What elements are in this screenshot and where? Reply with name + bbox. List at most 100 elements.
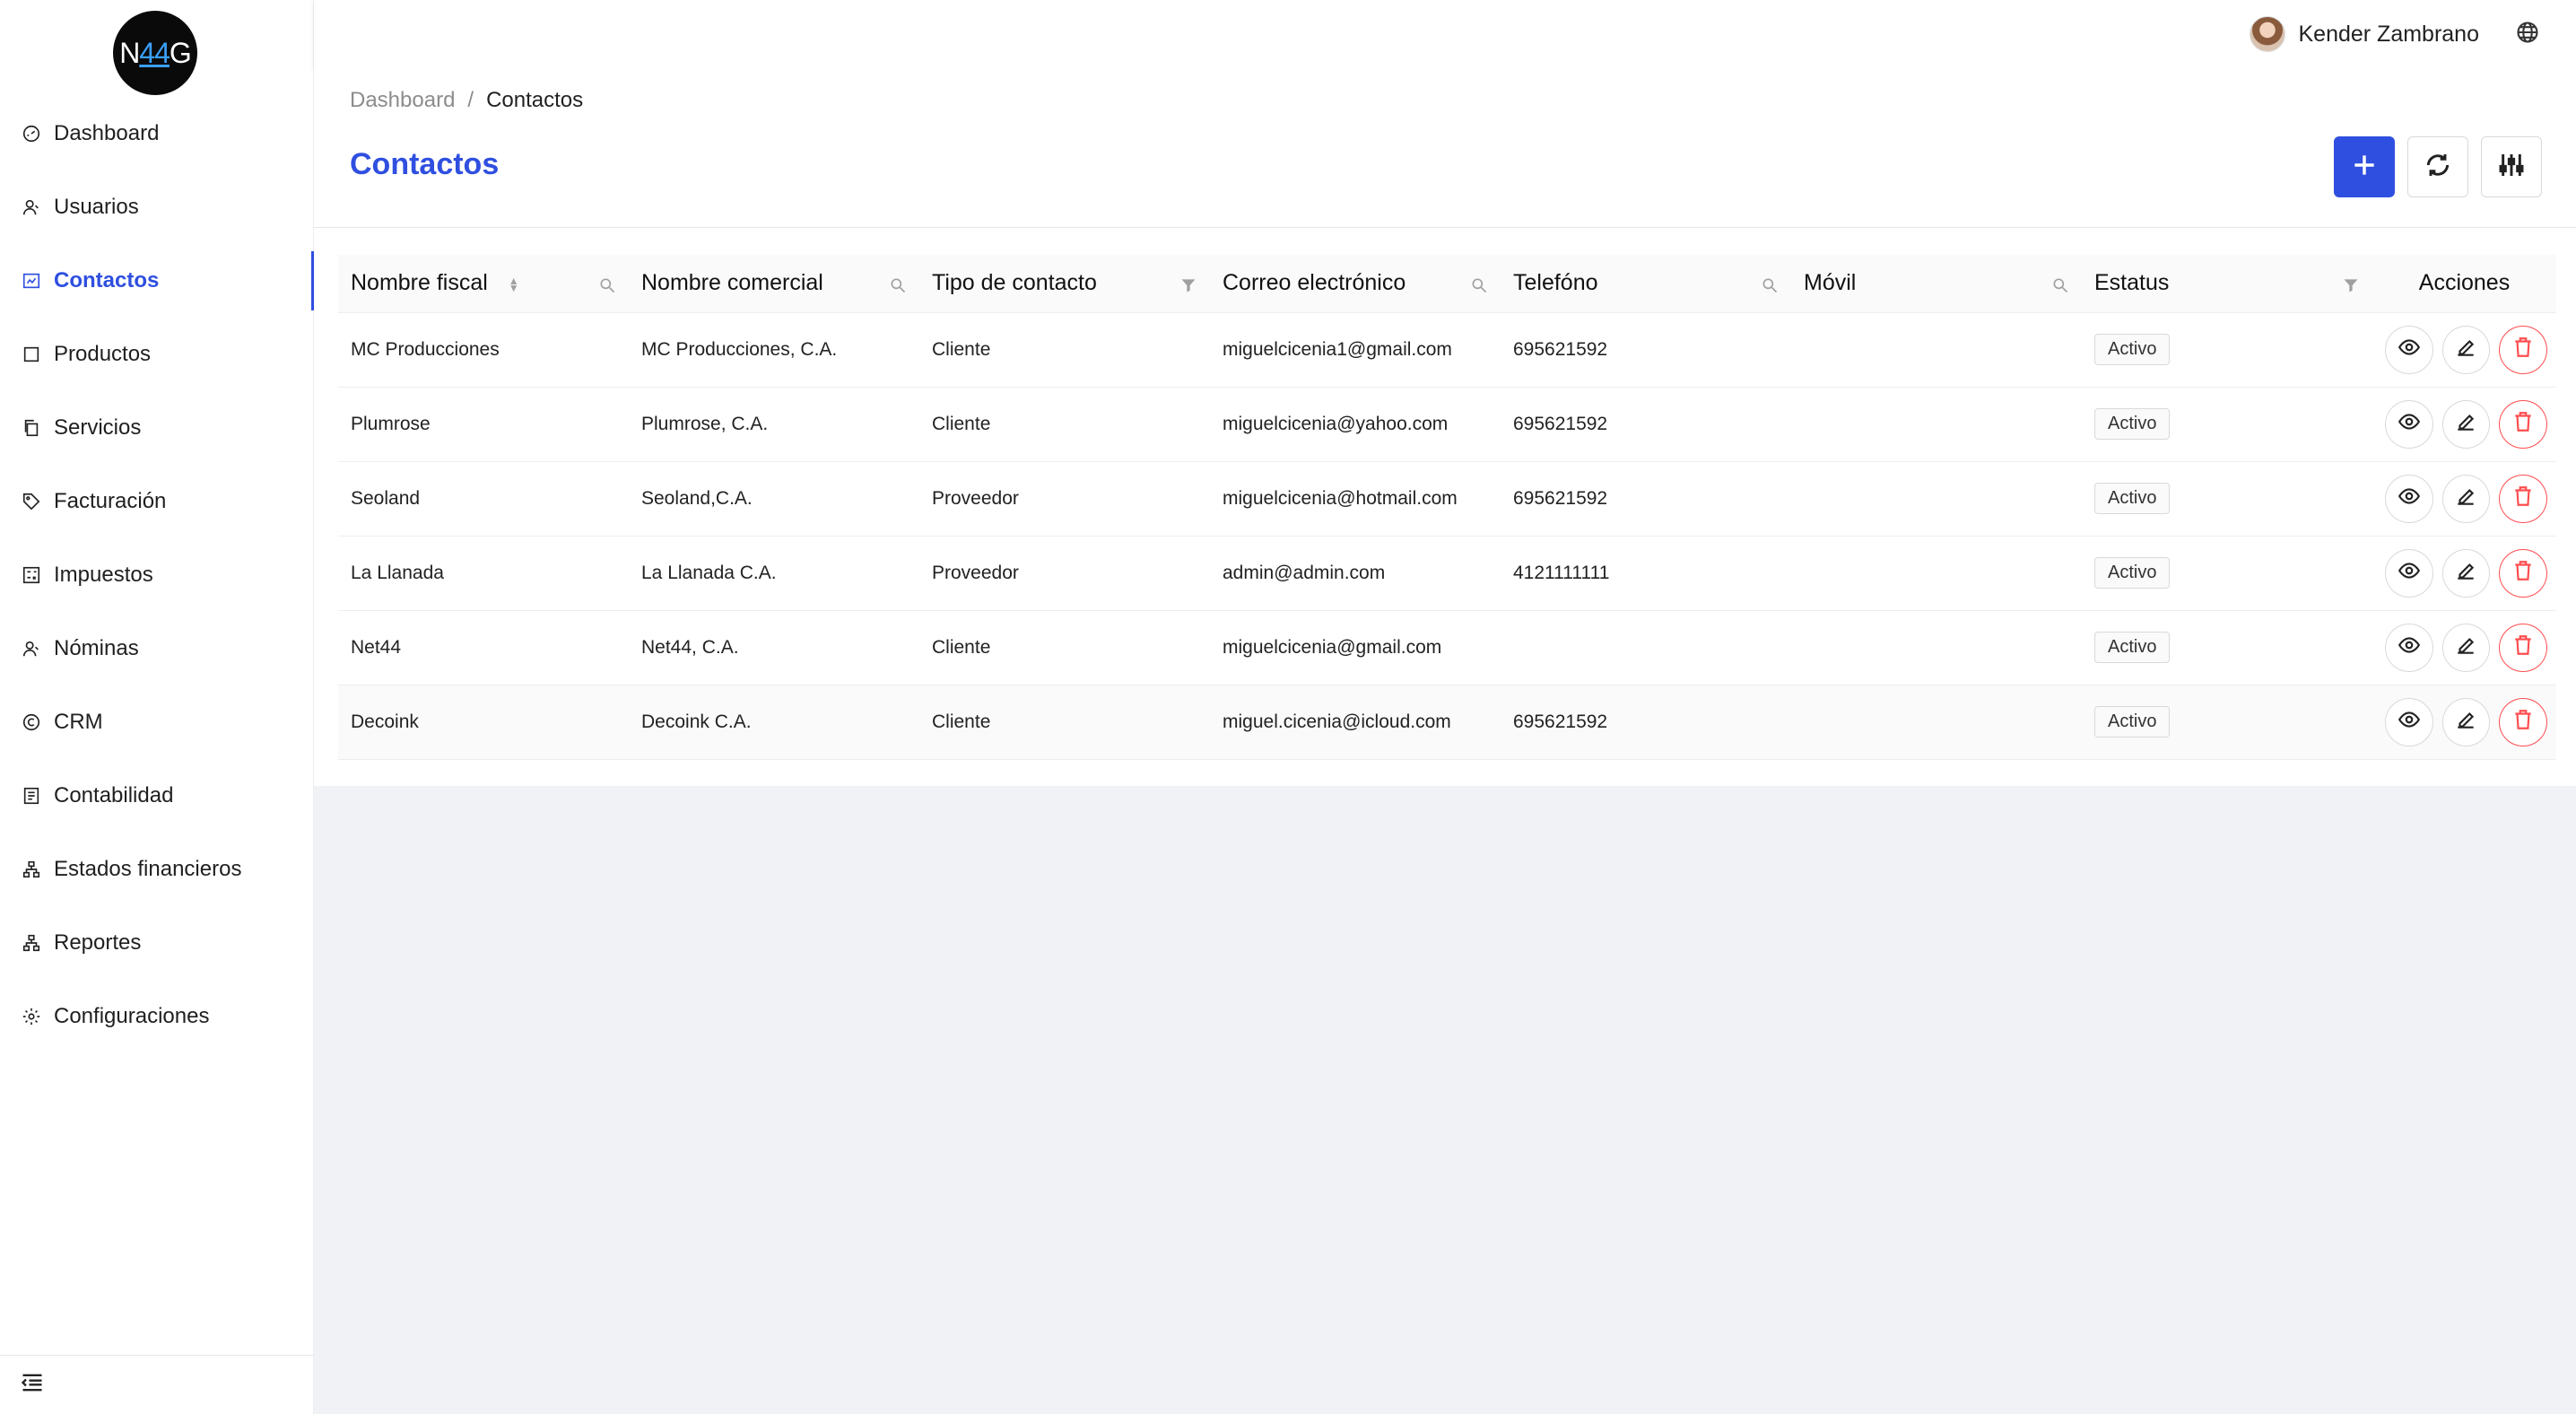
column-header-correo[interactable]: Correo electrónico bbox=[1210, 255, 1501, 313]
column-header-tipo-contacto[interactable]: Tipo de contacto bbox=[919, 255, 1210, 313]
search-icon[interactable] bbox=[889, 275, 907, 293]
sidebar-item-label: Configuraciones bbox=[54, 1004, 210, 1028]
sidebar-item-dashboard[interactable]: Dashboard bbox=[0, 97, 314, 170]
column-header-estatus[interactable]: Estatus bbox=[2082, 255, 2372, 313]
row-actions bbox=[2384, 548, 2556, 598]
view-button[interactable] bbox=[2384, 697, 2433, 746]
column-header-movil[interactable]: Móvil bbox=[1791, 255, 2082, 313]
view-button[interactable] bbox=[2384, 623, 2433, 672]
table-header-row: Nombre fiscal ▲ ▼ Nombre comercial Tipo d… bbox=[338, 255, 2556, 313]
table-row[interactable]: Decoink Decoink C.A. Cliente miguel.cice… bbox=[338, 685, 2556, 760]
delete-button[interactable] bbox=[2499, 325, 2547, 374]
table-row[interactable]: La Llanada La Llanada C.A. Proveedor adm… bbox=[338, 536, 2556, 611]
cell-nombre-fiscal: Seoland bbox=[338, 461, 629, 537]
delete-button[interactable] bbox=[2499, 399, 2547, 449]
sidebar-item-contactos[interactable]: Contactos bbox=[0, 244, 315, 318]
table-row[interactable]: Plumrose Plumrose, C.A. Cliente miguelci… bbox=[338, 387, 2556, 462]
sidebar-item-label: Impuestos bbox=[54, 563, 153, 587]
sidebar-item-reportes[interactable]: Reportes bbox=[0, 906, 314, 980]
column-header-nombre-fiscal[interactable]: Nombre fiscal ▲ ▼ bbox=[338, 255, 629, 313]
delete-button[interactable] bbox=[2499, 623, 2547, 672]
sidebar-item-facturacion[interactable]: Facturación bbox=[0, 465, 314, 538]
sidebar-item-label: Productos bbox=[54, 342, 152, 366]
trash-icon bbox=[2511, 484, 2535, 513]
column-header-telefono[interactable]: Telefóno bbox=[1501, 255, 1791, 313]
eye-icon bbox=[2398, 410, 2421, 439]
pencil-icon bbox=[2454, 410, 2477, 439]
cell-nombre-comercial: Plumrose, C.A. bbox=[629, 387, 919, 462]
person-icon bbox=[20, 637, 43, 660]
cell-nombre-comercial: Decoink C.A. bbox=[629, 685, 919, 760]
cell-correo: admin@admin.com bbox=[1210, 536, 1501, 611]
cell-nombre-comercial: La Llanada C.A. bbox=[629, 536, 919, 611]
sidebar-item-impuestos[interactable]: Impuestos bbox=[0, 538, 314, 612]
cell-acciones bbox=[2372, 685, 2556, 760]
breadcrumb-root[interactable]: Dashboard bbox=[350, 88, 455, 112]
cell-nombre-fiscal: Net44 bbox=[338, 610, 629, 685]
sort-icon[interactable]: ▲ ▼ bbox=[509, 275, 519, 293]
edit-button[interactable] bbox=[2441, 325, 2491, 374]
sidebar-item-nominas[interactable]: Nóminas bbox=[0, 612, 314, 685]
view-button[interactable] bbox=[2384, 325, 2433, 374]
search-icon[interactable] bbox=[1470, 275, 1488, 293]
delete-button[interactable] bbox=[2499, 697, 2547, 746]
column-label: Nombre comercial bbox=[641, 270, 823, 296]
box-icon bbox=[20, 343, 43, 366]
column-header-nombre-comercial[interactable]: Nombre comercial bbox=[629, 255, 919, 313]
cell-nombre-comercial: Net44, C.A. bbox=[629, 610, 919, 685]
menu-fold-icon bbox=[20, 1370, 45, 1400]
sidebar-item-productos[interactable]: Productos bbox=[0, 318, 314, 391]
cell-telefono: 695621592 bbox=[1501, 387, 1791, 462]
calculator-icon bbox=[20, 563, 43, 587]
status-badge: Activo bbox=[2094, 632, 2171, 663]
delete-button[interactable] bbox=[2499, 548, 2547, 598]
sidebar-item-servicios[interactable]: Servicios bbox=[0, 391, 314, 465]
view-button[interactable] bbox=[2384, 399, 2433, 449]
table-row[interactable]: MC Producciones MC Producciones, C.A. Cl… bbox=[338, 312, 2556, 388]
filter-icon[interactable] bbox=[2342, 275, 2360, 292]
search-icon[interactable] bbox=[598, 275, 616, 293]
add-contact-button[interactable] bbox=[2334, 136, 2395, 197]
edit-button[interactable] bbox=[2441, 548, 2491, 598]
sidebar-item-crm[interactable]: CRM bbox=[0, 685, 314, 759]
refresh-button[interactable] bbox=[2407, 136, 2468, 197]
sidebar-collapse-toggle[interactable] bbox=[0, 1355, 314, 1414]
table-row[interactable]: Seoland Seoland,C.A. Proveedor miguelcic… bbox=[338, 461, 2556, 537]
cell-acciones bbox=[2372, 610, 2556, 685]
cell-tipo-contacto: Cliente bbox=[919, 610, 1210, 685]
cell-acciones bbox=[2372, 536, 2556, 611]
cell-movil bbox=[1791, 387, 2082, 462]
status-badge: Activo bbox=[2094, 706, 2171, 738]
delete-button[interactable] bbox=[2499, 474, 2547, 523]
sidebar-item-label: Contabilidad bbox=[54, 783, 174, 807]
cell-estatus: Activo bbox=[2082, 685, 2372, 760]
sidebar-item-label: Contactos bbox=[54, 268, 160, 292]
search-icon[interactable] bbox=[1761, 275, 1779, 293]
search-icon[interactable] bbox=[2051, 275, 2069, 293]
app-logo[interactable]: N 44 G bbox=[113, 11, 197, 95]
edit-button[interactable] bbox=[2441, 474, 2491, 523]
breadcrumb: Dashboard / Contactos bbox=[350, 88, 583, 113]
edit-button[interactable] bbox=[2441, 697, 2491, 746]
view-button[interactable] bbox=[2384, 474, 2433, 523]
cell-correo: miguelcicenia@hotmail.com bbox=[1210, 461, 1501, 537]
sidebar-item-contabilidad[interactable]: Contabilidad bbox=[0, 759, 314, 833]
user-menu[interactable]: Kender Zambrano bbox=[2250, 13, 2479, 56]
column-settings-button[interactable] bbox=[2481, 136, 2542, 197]
filter-icon[interactable] bbox=[1179, 275, 1197, 292]
logo-number: 44 bbox=[139, 36, 170, 69]
edit-button[interactable] bbox=[2441, 623, 2491, 672]
row-actions bbox=[2384, 623, 2556, 672]
row-actions bbox=[2384, 697, 2556, 746]
table-row[interactable]: Net44 Net44, C.A. Cliente miguelcicenia@… bbox=[338, 610, 2556, 685]
sidebar-item-label: Estados financieros bbox=[54, 857, 242, 881]
breadcrumb-current: Contactos bbox=[486, 88, 584, 112]
sidebar-item-estados-financieros[interactable]: Estados financieros bbox=[0, 833, 314, 906]
hierarchy-icon bbox=[20, 858, 43, 881]
view-button[interactable] bbox=[2384, 548, 2433, 598]
globe-icon[interactable] bbox=[2515, 20, 2540, 45]
edit-button[interactable] bbox=[2441, 399, 2491, 449]
sidebar-item-configuraciones[interactable]: Configuraciones bbox=[0, 980, 314, 1053]
cell-nombre-fiscal: Decoink bbox=[338, 685, 629, 760]
sidebar-item-usuarios[interactable]: Usuarios bbox=[0, 170, 314, 244]
